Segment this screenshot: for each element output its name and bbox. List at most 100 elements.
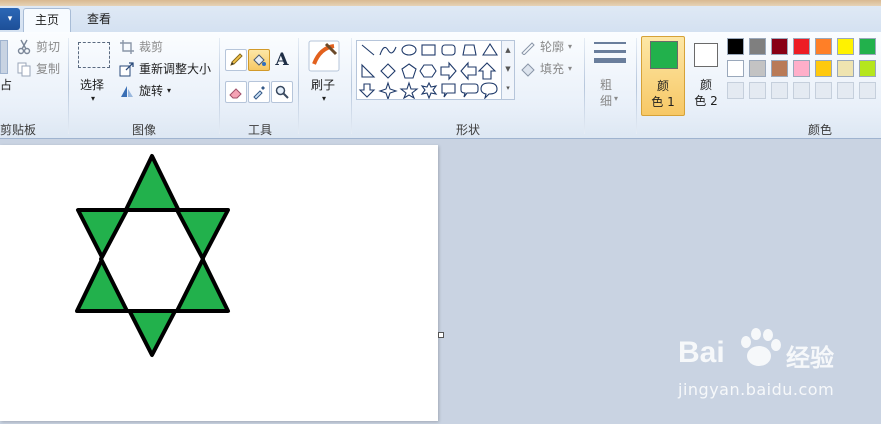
chevron-down-icon: ▾ [568, 64, 573, 73]
chevron-down-icon[interactable]: ▾ [322, 94, 326, 103]
rectangle-shape-icon [421, 44, 436, 56]
custom-color-slot[interactable] [793, 82, 810, 99]
fill-button[interactable]: 填充 ▾ [520, 60, 572, 78]
copy-button[interactable]: 复制 [16, 60, 60, 78]
outline-icon [520, 39, 536, 56]
palette-swatch[interactable] [793, 60, 810, 77]
fill-bucket-tool[interactable] [248, 49, 270, 71]
palette-swatch[interactable] [727, 60, 744, 77]
magnifier-tool[interactable] [271, 81, 293, 103]
shapes-gallery-scroll[interactable]: ▲ ▼ ▾ [501, 40, 515, 100]
cut-label: 剪切 [36, 40, 61, 54]
file-menu-button[interactable]: ▾ [0, 8, 20, 30]
fill-bucket-icon [253, 54, 266, 66]
color2-label-line2: 色 2 [694, 94, 718, 108]
line-size-icon[interactable] [594, 40, 626, 68]
crop-button[interactable]: 裁剪 [119, 38, 163, 56]
custom-color-slot[interactable] [749, 82, 766, 99]
eyedropper-icon [253, 86, 265, 100]
chevron-down-icon: ▾ [568, 42, 573, 51]
paw-icon [736, 326, 782, 372]
down-arrow-shape-icon [358, 83, 376, 98]
oval-callout-shape-icon [480, 82, 498, 100]
star-of-david-drawing [75, 154, 230, 357]
gallery-expand-icon[interactable]: ▾ [502, 79, 514, 97]
custom-color-slot[interactable] [859, 82, 876, 99]
chevron-down-icon[interactable]: ▾ [91, 94, 95, 103]
pentagon-shape-icon [401, 63, 417, 79]
select-icon[interactable] [78, 42, 110, 68]
fill-label: 填充 [540, 62, 565, 76]
custom-color-slot[interactable] [837, 82, 854, 99]
copy-icon [16, 61, 32, 77]
scroll-down-icon[interactable]: ▼ [502, 60, 514, 79]
color-picker-tool[interactable] [248, 81, 270, 103]
size-label-line1[interactable]: 粗 [600, 76, 612, 93]
palette-swatch[interactable] [749, 38, 766, 55]
tools-group-label: 工具 [247, 123, 272, 137]
line-shape-icon [361, 44, 375, 56]
eraser-tool[interactable] [225, 81, 247, 103]
palette-swatch[interactable] [837, 38, 854, 55]
resize-icon [119, 61, 135, 77]
size-label-line2[interactable]: 细 [600, 92, 612, 109]
resize-label: 重新调整大小 [139, 62, 212, 76]
brush-icon[interactable] [308, 40, 340, 72]
palette-swatch[interactable] [815, 60, 832, 77]
chevron-down-icon: ▾ [167, 86, 172, 95]
custom-color-slot[interactable] [727, 82, 744, 99]
chevron-down-icon[interactable]: ▾ [614, 94, 618, 103]
rotate-label: 旋转 [139, 84, 164, 98]
outline-button[interactable]: 轮廓 ▾ [520, 38, 572, 56]
brush-button[interactable]: 刷子 [311, 76, 335, 93]
tab-home[interactable]: 主页 [23, 8, 71, 33]
palette-swatch[interactable] [749, 60, 766, 77]
tab-view[interactable]: 查看 [76, 8, 122, 32]
palette-swatch[interactable] [859, 38, 876, 55]
four-point-star-shape-icon [378, 81, 398, 101]
palette-swatch[interactable] [859, 60, 876, 77]
paste-label: 占 [0, 78, 13, 92]
group-separator [636, 38, 637, 134]
color1-swatch [650, 41, 678, 69]
five-point-star-shape-icon [399, 81, 419, 100]
drawing-canvas[interactable] [0, 145, 438, 421]
color-palette [727, 38, 881, 102]
watermark-brand: Bai [678, 336, 725, 369]
rectangular-callout-shape-icon [441, 83, 456, 98]
paste-icon[interactable] [0, 40, 8, 74]
pencil-tool[interactable] [225, 49, 247, 71]
up-arrow-shape-icon [477, 62, 497, 80]
crop-label: 裁剪 [139, 40, 164, 54]
text-tool[interactable]: A [271, 49, 293, 71]
colors-group-label: 颜色 [807, 123, 832, 137]
scissors-icon [16, 39, 32, 55]
palette-swatch[interactable] [771, 60, 788, 77]
palette-swatch[interactable] [727, 38, 744, 55]
magnifier-icon [275, 85, 289, 99]
baidu-watermark: Bai 经验 jingyan.baidu.com [678, 322, 878, 412]
resize-button[interactable]: 重新调整大小 [119, 60, 211, 78]
shapes-gallery[interactable] [356, 40, 503, 101]
color2-swatch [694, 43, 718, 67]
group-separator [219, 38, 220, 134]
group-separator [68, 38, 69, 134]
shapes-gallery-icons [358, 42, 499, 101]
color2-label-line1: 颜 [699, 78, 712, 92]
palette-swatch[interactable] [815, 38, 832, 55]
eraser-icon [229, 88, 242, 99]
select-button[interactable]: 选择 [80, 76, 104, 93]
watermark-brand-cn: 经验 [786, 344, 834, 372]
custom-color-slot[interactable] [815, 82, 832, 99]
canvas-resize-handle[interactable] [438, 332, 444, 338]
rotate-icon [119, 83, 135, 99]
scroll-up-icon[interactable]: ▲ [502, 41, 514, 60]
palette-swatch[interactable] [793, 38, 810, 55]
rotate-button[interactable]: 旋转 ▾ [119, 82, 171, 100]
palette-swatch[interactable] [771, 38, 788, 55]
custom-color-slot[interactable] [771, 82, 788, 99]
palette-swatch[interactable] [837, 60, 854, 77]
color2-button[interactable]: 颜 色 2 [688, 36, 724, 114]
cut-button[interactable]: 剪切 [16, 38, 60, 56]
color1-button[interactable]: 颜 色 1 [641, 36, 685, 116]
